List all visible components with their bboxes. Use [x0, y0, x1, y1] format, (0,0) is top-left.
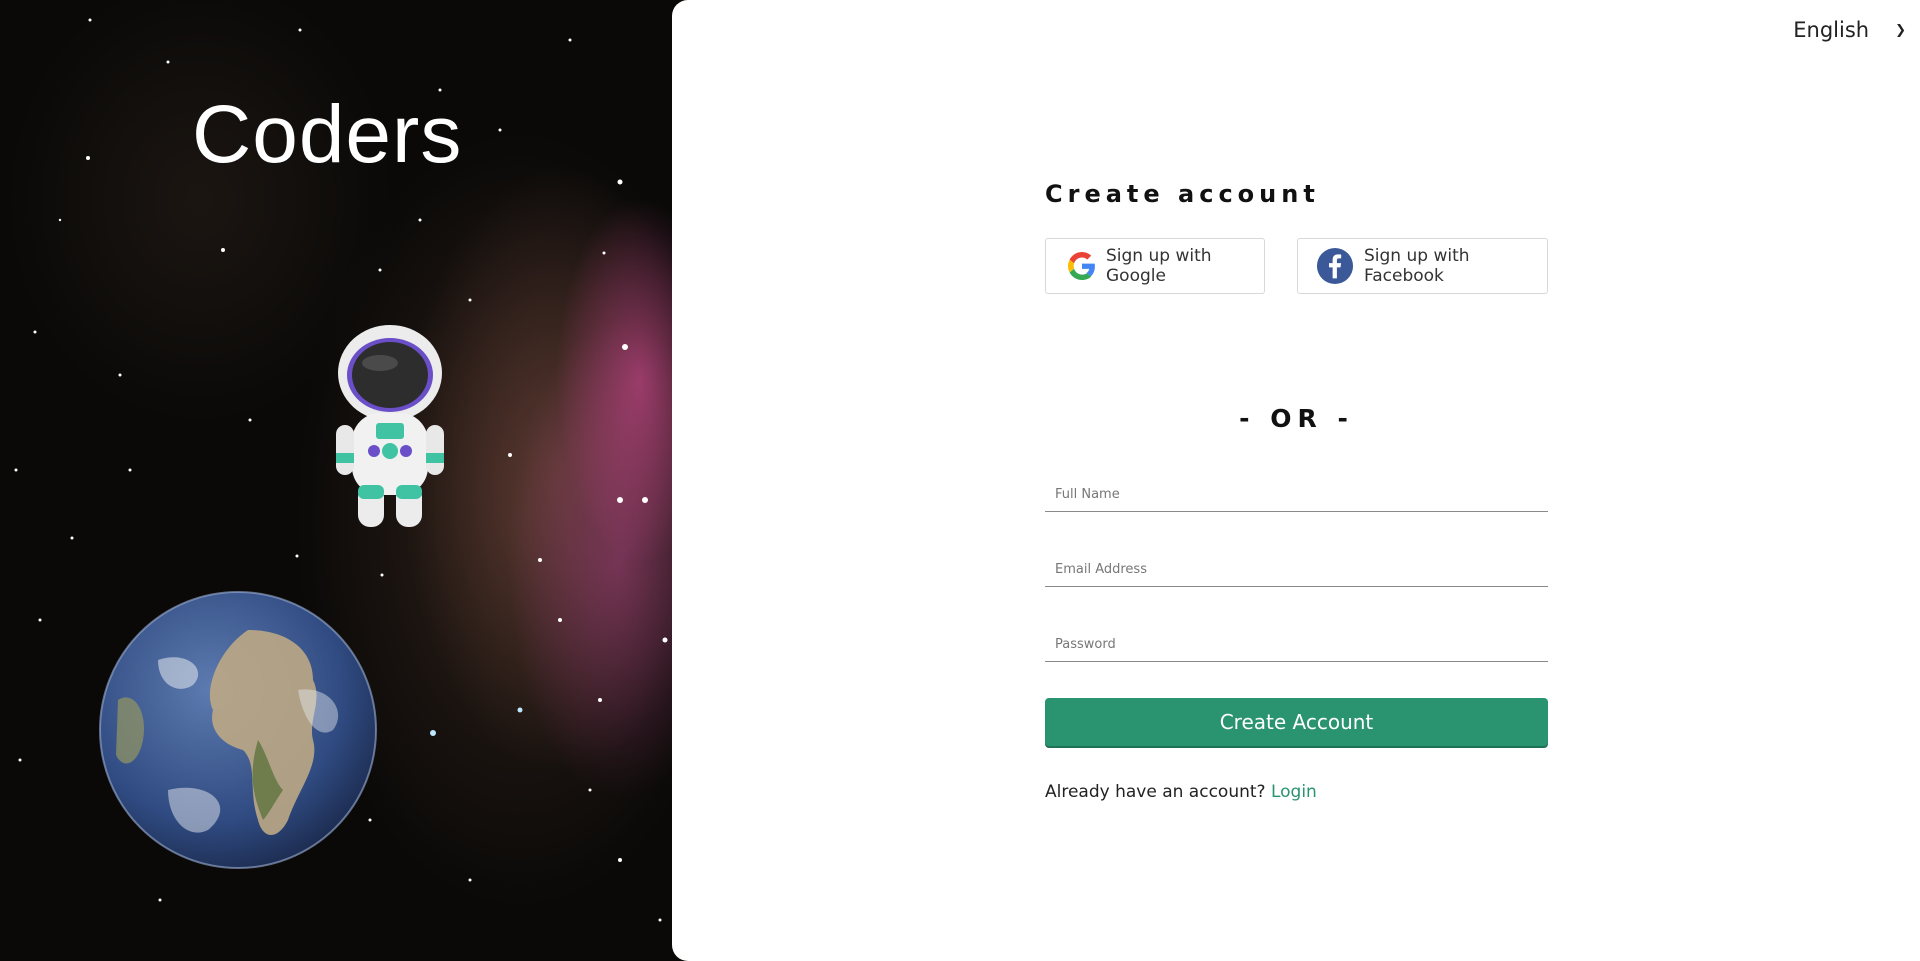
social-signup-group: Sign up with Google Sign up with Faceboo…	[1045, 238, 1548, 294]
signup-form: Create account Sign up with Google Sign …	[1045, 180, 1548, 802]
brand-logo-text: Coders	[192, 89, 463, 180]
signup-panel: English ❯ Create account Sign up with Go…	[672, 0, 1920, 961]
password-input[interactable]	[1045, 637, 1548, 652]
login-prompt-text: Already have an account?	[1045, 782, 1266, 802]
hero-panel: Coders	[0, 0, 700, 961]
google-signup-label: Sign up with Google	[1106, 246, 1212, 286]
email-input[interactable]	[1045, 562, 1548, 577]
earth-illustration	[99, 591, 377, 869]
email-field-wrapper	[1045, 558, 1548, 587]
facebook-signup-label: Sign up with Facebook	[1364, 246, 1470, 286]
google-icon	[1068, 252, 1096, 280]
login-link[interactable]: Login	[1271, 782, 1317, 802]
page-title: Create account	[1045, 180, 1320, 208]
language-selected: English	[1793, 18, 1870, 42]
language-selector[interactable]: English ❯	[1793, 18, 1906, 42]
login-prompt-row: Already have an account? Login	[1045, 782, 1548, 802]
facebook-icon	[1316, 247, 1354, 285]
astronaut-illustration	[336, 325, 444, 527]
full-name-input[interactable]	[1045, 487, 1548, 502]
chevron-down-icon: ❯	[1895, 22, 1906, 38]
create-account-button[interactable]: Create Account	[1045, 698, 1548, 746]
or-divider: - OR -	[1239, 404, 1354, 433]
full-name-field-wrapper	[1045, 483, 1548, 512]
password-field-wrapper	[1045, 633, 1548, 662]
google-signup-button[interactable]: Sign up with Google	[1045, 238, 1265, 294]
facebook-signup-button[interactable]: Sign up with Facebook	[1297, 238, 1548, 294]
